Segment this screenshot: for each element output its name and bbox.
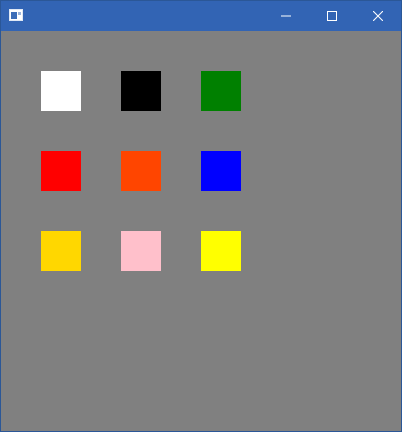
close-icon [373,11,383,21]
swatch-red[interactable] [41,151,81,191]
minimize-button[interactable] [263,1,309,31]
client-area [1,31,401,431]
swatch-yellow[interactable] [201,231,241,271]
swatch-white[interactable] [41,71,81,111]
close-button[interactable] [355,1,401,31]
swatch-black[interactable] [121,71,161,111]
title-bar[interactable] [1,1,401,31]
maximize-button[interactable] [309,1,355,31]
app-window [0,0,402,432]
swatch-green[interactable] [201,71,241,111]
maximize-icon [327,11,337,21]
swatch-blue[interactable] [201,151,241,191]
swatch-gold[interactable] [41,231,81,271]
minimize-icon [281,15,291,17]
swatch-orange-red[interactable] [121,151,161,191]
swatch-pink[interactable] [121,231,161,271]
app-icon [9,9,23,21]
